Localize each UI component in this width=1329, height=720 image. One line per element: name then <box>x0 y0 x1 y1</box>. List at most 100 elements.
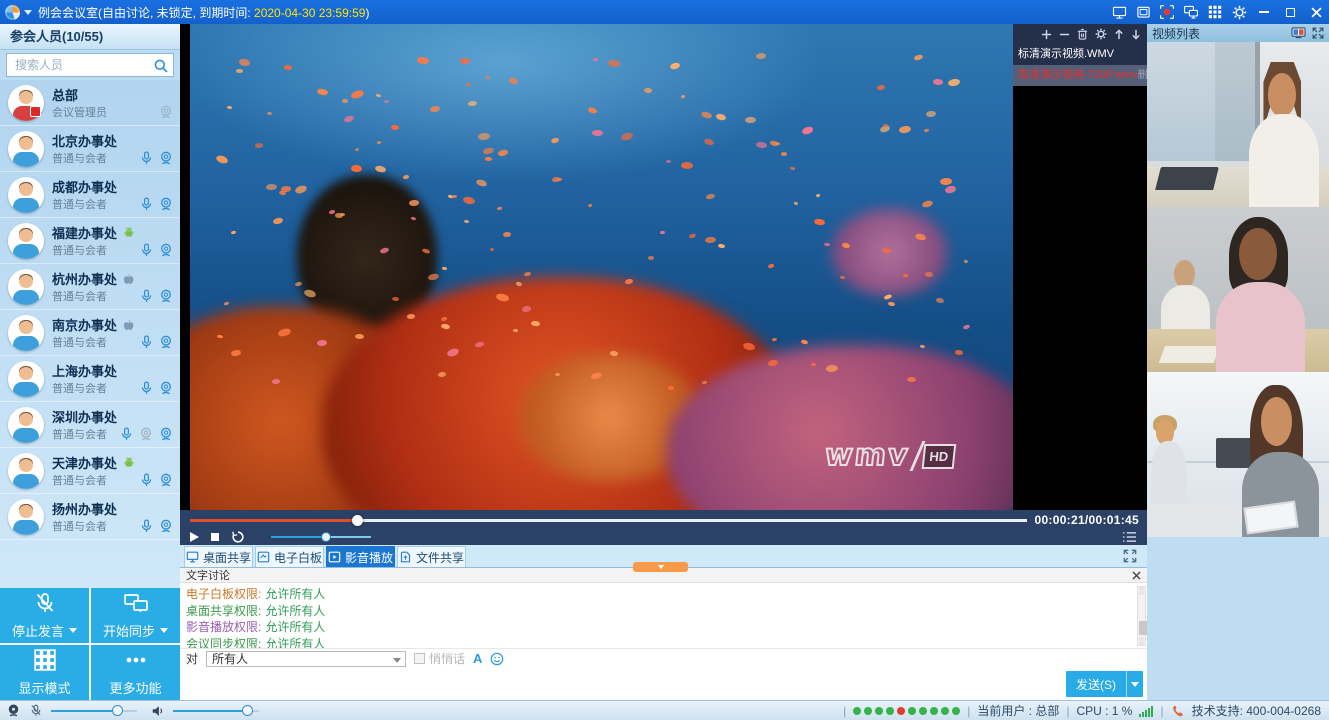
function-button[interactable]: 更多功能 <box>91 645 180 700</box>
recipient-select[interactable]: 所有人 <box>206 651 406 667</box>
fullscreen-icon[interactable] <box>1123 549 1137 563</box>
send-options-arrow[interactable] <box>1126 671 1143 697</box>
panel-expand-icon[interactable] <box>1312 27 1324 39</box>
webcam-icon[interactable] <box>158 196 174 212</box>
playlist-clear-icon[interactable] <box>1077 28 1088 40</box>
webcam-icon[interactable] <box>158 380 174 396</box>
video-mode-icon[interactable] <box>1291 27 1306 39</box>
video-content[interactable]: wmv HD <box>190 24 1013 510</box>
admin-badge <box>30 106 41 117</box>
replay-button[interactable] <box>231 530 245 544</box>
play-button[interactable] <box>190 532 199 542</box>
close-button[interactable] <box>1303 0 1329 24</box>
seek-handle[interactable] <box>352 515 363 526</box>
speaker-volume-slider[interactable] <box>173 710 259 712</box>
participant-row[interactable]: 福建办事处 普通与会者 <box>0 218 180 264</box>
microphone-icon[interactable] <box>139 518 154 534</box>
function-button[interactable]: 停止发言 <box>0 588 89 643</box>
participant-row[interactable]: 南京办事处 普通与会者 <box>0 310 180 356</box>
scroll-thumb[interactable] <box>1139 621 1147 635</box>
whiteboard-icon[interactable] <box>1131 0 1155 24</box>
share-tab[interactable]: 电子白板 <box>255 546 324 567</box>
share-tab[interactable]: 桌面共享 <box>184 546 253 567</box>
whisper-checkbox[interactable] <box>414 653 425 664</box>
send-button[interactable]: 发送(S) <box>1066 671 1143 697</box>
whisper-option[interactable]: 悄悄话 <box>414 650 465 667</box>
chat-close-icon[interactable] <box>1132 571 1141 580</box>
mic-volume-slider[interactable] <box>51 710 137 712</box>
playlist-settings-icon[interactable] <box>1095 28 1107 40</box>
scroll-down-icon[interactable] <box>1139 637 1144 645</box>
search-input[interactable] <box>13 55 153 75</box>
webcam-disabled-icon[interactable] <box>158 104 174 120</box>
function-button[interactable]: 显示模式 <box>0 645 89 700</box>
playlist-item[interactable]: 高清演示视频-720P.wmv 删除 <box>1013 65 1147 86</box>
webcam-icon[interactable] <box>158 472 174 488</box>
display-mode-icon[interactable] <box>1203 0 1227 24</box>
playlist-item[interactable]: 标清演示视频.WMV <box>1013 44 1147 65</box>
speaker-icon[interactable] <box>151 704 165 718</box>
playlist-add-icon[interactable] <box>1041 29 1052 40</box>
function-button[interactable]: 开始同步 <box>91 588 180 643</box>
playlist-move-down-icon[interactable] <box>1131 29 1141 40</box>
seek-bar[interactable] <box>190 519 1027 522</box>
video-thumbnail[interactable] <box>1147 42 1329 207</box>
emoji-icon[interactable] <box>490 652 504 666</box>
playlist-delete-link[interactable]: 删除 <box>1138 65 1147 86</box>
playlist-remove-icon[interactable] <box>1059 29 1070 40</box>
dropdown-arrow-icon <box>69 628 77 633</box>
speaker-volume-knob[interactable] <box>242 705 253 716</box>
microphone-icon[interactable] <box>139 380 154 396</box>
webcam-disabled-icon[interactable] <box>138 426 154 442</box>
webcam-icon[interactable] <box>158 150 174 166</box>
sync-screens-icon[interactable] <box>1179 0 1203 24</box>
avatar <box>8 453 44 489</box>
maximize-button[interactable] <box>1277 0 1303 24</box>
file-share-icon <box>399 551 412 563</box>
microphone-icon[interactable] <box>139 196 154 212</box>
participant-row[interactable]: 成都办事处 普通与会者 <box>0 172 180 218</box>
chat-collapse-handle[interactable] <box>633 562 688 572</box>
webcam-icon[interactable] <box>158 426 174 442</box>
webcam-icon[interactable] <box>158 518 174 534</box>
chat-scrollbar[interactable] <box>1137 586 1146 646</box>
microphone-icon[interactable] <box>139 288 154 304</box>
microphone-icon[interactable] <box>139 472 154 488</box>
chat-toolbar: 对 所有人 悄悄话 A <box>180 648 1147 668</box>
video-thumbnail[interactable] <box>1147 372 1329 537</box>
video-thumbnail[interactable] <box>1147 207 1329 372</box>
stop-button[interactable] <box>211 533 219 541</box>
font-settings-icon[interactable]: A <box>473 651 482 666</box>
webcam-icon[interactable] <box>158 288 174 304</box>
volume-slider[interactable] <box>271 536 371 538</box>
local-webcam-icon[interactable] <box>6 703 21 718</box>
volume-handle[interactable] <box>321 532 331 542</box>
participant-row[interactable]: 天津办事处 普通与会者 <box>0 448 180 494</box>
record-icon[interactable] <box>1155 0 1179 24</box>
microphone-icon[interactable] <box>139 334 154 350</box>
webcam-icon[interactable] <box>158 334 174 350</box>
participant-row[interactable]: 北京办事处 普通与会者 <box>0 126 180 172</box>
app-menu-chevron-icon[interactable] <box>24 10 32 15</box>
minimize-button[interactable] <box>1251 0 1277 24</box>
microphone-icon[interactable] <box>119 426 134 442</box>
scroll-up-icon[interactable] <box>1139 587 1144 595</box>
local-mic-muted-icon[interactable] <box>29 703 43 718</box>
participant-row[interactable]: 杭州办事处 普通与会者 <box>0 264 180 310</box>
playlist-toggle-icon[interactable] <box>1122 531 1137 543</box>
share-tab[interactable]: 文件共享 <box>397 546 466 567</box>
participant-row[interactable]: 深圳办事处 普通与会者 <box>0 402 180 448</box>
webcam-icon[interactable] <box>158 242 174 258</box>
participant-row[interactable]: 上海办事处 普通与会者 <box>0 356 180 402</box>
search-icon[interactable] <box>153 58 169 74</box>
settings-gear-icon[interactable] <box>1227 0 1251 24</box>
screen-share-icon[interactable] <box>1107 0 1131 24</box>
microphone-icon[interactable] <box>139 242 154 258</box>
share-tab[interactable]: 影音播放 <box>326 546 395 567</box>
participant-row[interactable]: 总部 会议管理员 <box>0 80 180 126</box>
chat-input-area[interactable]: 发送(S) <box>180 668 1147 700</box>
participant-row[interactable]: 扬州办事处 普通与会者 <box>0 494 180 540</box>
playlist-move-up-icon[interactable] <box>1114 29 1124 40</box>
microphone-icon[interactable] <box>139 150 154 166</box>
mic-volume-knob[interactable] <box>112 705 123 716</box>
